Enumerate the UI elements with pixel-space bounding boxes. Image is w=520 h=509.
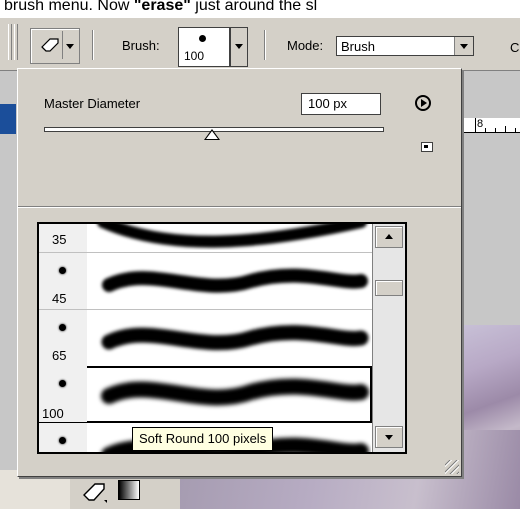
brush-size-value: 100 (184, 49, 205, 63)
brush-label: Brush: (122, 38, 160, 53)
tutorial-caption: brush menu. Now "erase" just around the … (0, 0, 520, 18)
brush-tip-icon (59, 437, 66, 444)
brush-size-label: 35 (52, 232, 67, 247)
brush-tip-icon (59, 267, 66, 274)
ruler-tick (475, 118, 476, 132)
ruler-tick (515, 128, 516, 132)
ruler: 8 (455, 118, 520, 133)
options-bar: Brush: 100 Mode: Brush C (0, 18, 520, 71)
scroll-down-button[interactable] (375, 426, 403, 448)
caption-after: just around the sl (190, 0, 318, 14)
brush-tip-icon (199, 35, 206, 42)
brush-size-label: 65 (52, 348, 67, 363)
mode-select[interactable]: Brush (336, 36, 474, 56)
ruler-tick (495, 128, 496, 132)
scroll-thumb[interactable] (375, 280, 403, 296)
tool-preset-dropdown-arrow[interactable] (62, 31, 77, 59)
stroke-preview (101, 325, 369, 351)
list-item[interactable]: 65 (39, 310, 372, 367)
stroke-preview (101, 378, 369, 406)
eraser-icon (41, 38, 59, 52)
master-diameter-label: Master Diameter (44, 96, 141, 111)
separator (92, 30, 93, 60)
document-title-bar (0, 104, 16, 134)
brush-preset-panel: Master Diameter 100 px 35 45 65 100 Soft… (17, 68, 462, 477)
brush-size-label: 45 (52, 291, 67, 306)
scroll-up-button[interactable] (375, 226, 403, 248)
chevron-down-icon[interactable] (454, 37, 473, 55)
brush-tip-icon (59, 380, 66, 387)
resize-grip[interactable] (445, 460, 459, 474)
eraser-tool-icon[interactable] (82, 478, 108, 504)
tool-preset-picker[interactable] (30, 28, 80, 64)
brush-tooltip: Soft Round 100 pixels (132, 427, 274, 451)
opacity-label-cutoff: C (510, 40, 520, 55)
ruler-number: 8 (477, 118, 484, 130)
toolbar-grip-2[interactable] (14, 24, 18, 60)
brush-preset-picker[interactable]: 100 (178, 27, 230, 67)
brush-preset-list[interactable]: 35 45 65 100 (37, 222, 407, 454)
mode-value: Brush (341, 39, 375, 54)
toolbar-grip[interactable] (8, 24, 12, 60)
slider-thumb[interactable] (204, 129, 220, 140)
list-item[interactable]: 45 (39, 253, 372, 310)
flyout-menu-icon[interactable] (415, 95, 431, 111)
master-diameter-input[interactable]: 100 px (301, 93, 381, 115)
list-item-selected[interactable]: 100 (39, 366, 372, 423)
stroke-preview (102, 268, 368, 293)
stroke-preview (97, 224, 367, 248)
list-item[interactable]: 35 (39, 224, 372, 253)
vertical-scrollbar[interactable] (372, 224, 405, 452)
brush-tip-icon (59, 324, 66, 331)
divider (18, 206, 461, 207)
brush-size-label: 100 (42, 406, 64, 421)
separator (264, 30, 265, 60)
new-preset-icon[interactable] (421, 142, 433, 152)
caption-before: brush menu. Now (4, 0, 134, 14)
ruler-tick (485, 128, 486, 132)
gradient-icon[interactable] (118, 480, 140, 500)
brush-dropdown-arrow[interactable] (230, 27, 248, 67)
ruler-tick (505, 126, 506, 132)
caption-bold: "erase" (133, 0, 191, 14)
mode-label: Mode: (287, 38, 324, 53)
